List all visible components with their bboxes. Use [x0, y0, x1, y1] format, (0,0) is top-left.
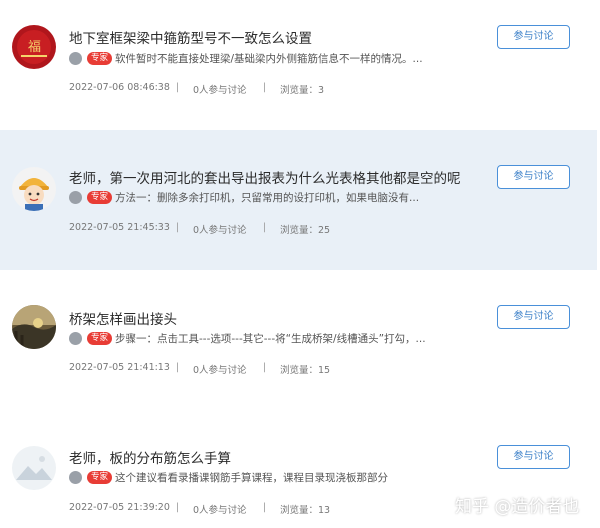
question-item[interactable]: 福 地下室框架梁中箍筋型号不一致怎么设置 专家 软件暂时不能直接处理梁/基础梁内…: [0, 0, 597, 140]
post-date: 2022-07-06 08:46:38: [69, 82, 170, 93]
view-count: 浏览量：3: [280, 85, 325, 96]
participant-count: 0人参与讨论: [193, 505, 247, 516]
participant-count: 0人参与讨论: [193, 85, 247, 96]
participant-count: 0人参与讨论: [193, 225, 247, 236]
view-count: 浏览量：25: [280, 225, 331, 236]
separator: |: [263, 222, 267, 233]
separator: |: [263, 362, 267, 373]
answer-text: 步骤一：点击工具---选项---其它---将“生成桥架/线槽通头”打勾，...: [115, 332, 426, 345]
post-date: 2022-07-05 21:45:33: [69, 222, 170, 233]
answer-preview[interactable]: 专家 这个建议看看录播课钢筋手算课程，课程目录现浇板那部分: [69, 469, 464, 485]
separator: |: [263, 502, 267, 513]
avatar: [12, 446, 56, 490]
expert-avatar: [69, 331, 82, 345]
separator: |: [176, 82, 180, 93]
question-item[interactable]: 桥架怎样画出接头 专家 步骤一：点击工具---选项---其它---将“生成桥架/…: [0, 270, 597, 410]
expert-avatar: [69, 51, 82, 65]
avatar: [12, 305, 56, 349]
question-title[interactable]: 老师，第一次用河北的套出导出报表为什么光表格其他都是空的呢: [69, 167, 461, 187]
watermark: 知乎 @造价者也: [455, 497, 580, 517]
avatar: [12, 167, 56, 211]
question-title[interactable]: 老师，板的分布筋怎么手算: [69, 447, 231, 467]
answer-text: 这个建议看看录播课钢筋手算课程，课程目录现浇板那部分: [115, 471, 389, 484]
post-date: 2022-07-05 21:41:13: [69, 362, 170, 373]
separator: |: [176, 502, 180, 513]
join-discussion-button[interactable]: 参与讨论: [497, 165, 570, 189]
question-item[interactable]: 老师，第一次用河北的套出导出报表为什么光表格其他都是空的呢 专家 方法一：删除多…: [0, 130, 597, 270]
question-title[interactable]: 地下室框架梁中箍筋型号不一致怎么设置: [69, 27, 312, 47]
separator: |: [263, 82, 267, 93]
join-discussion-button[interactable]: 参与讨论: [497, 305, 570, 329]
expert-badge: 专家: [87, 331, 113, 345]
answer-text: 方法一：删除多余打印机，只留常用的设打印机，如果电脑没有...: [115, 191, 420, 204]
separator: |: [176, 362, 180, 373]
expert-badge: 专家: [87, 51, 113, 65]
avatar-text: 福: [28, 40, 41, 55]
join-discussion-button[interactable]: 参与讨论: [497, 25, 570, 49]
join-discussion-button[interactable]: 参与讨论: [497, 445, 570, 469]
participant-count: 0人参与讨论: [193, 365, 247, 376]
expert-badge: 专家: [87, 470, 113, 484]
avatar: 福: [12, 25, 56, 69]
separator: |: [176, 222, 180, 233]
question-title[interactable]: 桥架怎样画出接头: [69, 308, 177, 328]
answer-preview[interactable]: 专家 软件暂时不能直接处理梁/基础梁内外侧箍筋信息不一样的情况。...: [69, 50, 464, 66]
expert-avatar: [69, 470, 82, 484]
expert-avatar: [69, 190, 82, 204]
view-count: 浏览量：13: [280, 505, 331, 516]
expert-badge: 专家: [87, 190, 113, 204]
answer-text: 软件暂时不能直接处理梁/基础梁内外侧箍筋信息不一样的情况。...: [115, 52, 423, 65]
view-count: 浏览量：15: [280, 365, 331, 376]
answer-preview[interactable]: 专家 步骤一：点击工具---选项---其它---将“生成桥架/线槽通头”打勾，.…: [69, 330, 464, 346]
answer-preview[interactable]: 专家 方法一：删除多余打印机，只留常用的设打印机，如果电脑没有...: [69, 189, 464, 205]
post-date: 2022-07-05 21:39:20: [69, 502, 170, 513]
